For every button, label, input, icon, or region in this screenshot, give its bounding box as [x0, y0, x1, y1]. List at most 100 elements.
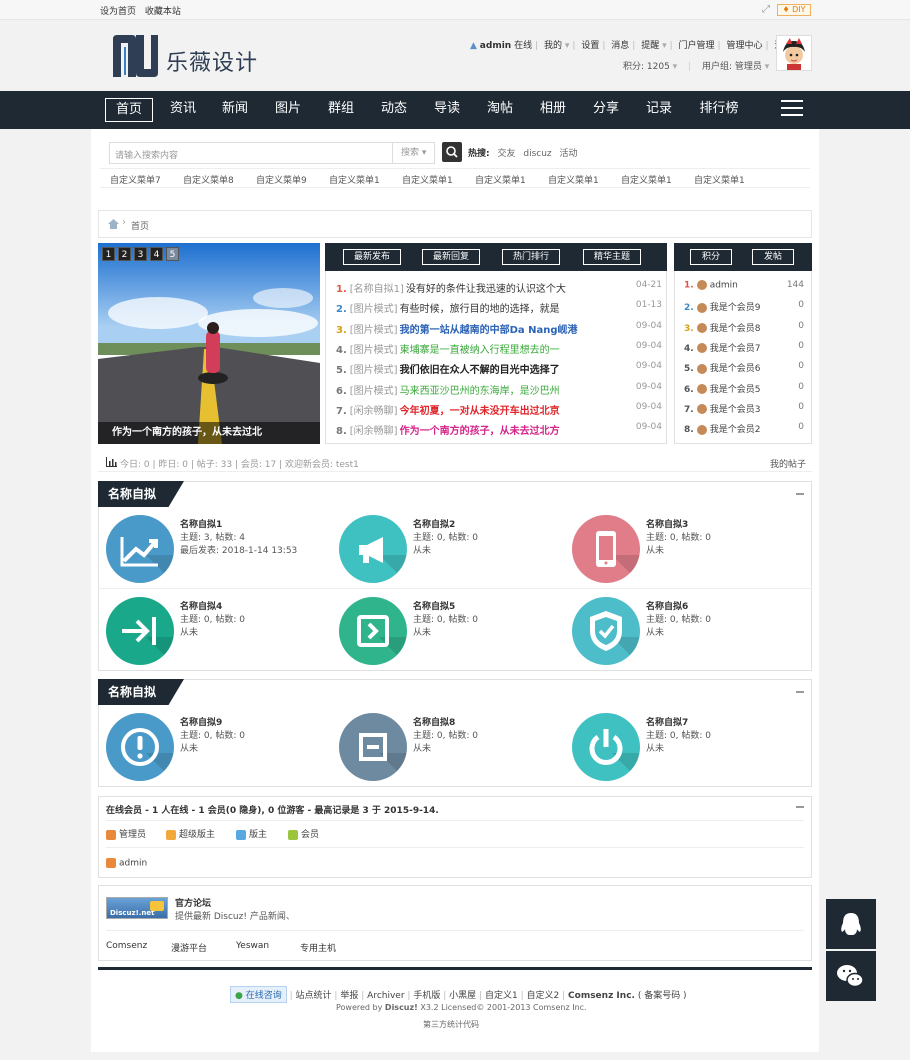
nav-album[interactable]: 相册	[533, 98, 573, 122]
custom-menu-item[interactable]: 自定义菜单1	[548, 173, 599, 186]
forum-item[interactable]: 名称自拟6 主题: 0, 帖数: 0 从未	[572, 597, 792, 667]
footer-link[interactable]: 举报	[340, 991, 358, 1001]
thread-title[interactable]: 我们依旧在众人不解的目光中选择了	[400, 365, 560, 376]
hot-search-item[interactable]: 活动	[560, 149, 578, 159]
hot-search-item[interactable]: 交友	[497, 149, 515, 159]
thread-title[interactable]: 作为一个南方的孩子，从未去过北方	[400, 426, 560, 437]
link-item[interactable]: 漫游平台	[171, 941, 207, 954]
avatar[interactable]	[776, 35, 812, 71]
forum-item[interactable]: 名称自拟7 主题: 0, 帖数: 0 从未	[572, 713, 792, 783]
tab-replies[interactable]: 最新回复	[422, 249, 480, 265]
bookmark-link[interactable]: 收藏本站	[145, 7, 181, 17]
collapse-icon[interactable]	[796, 691, 804, 693]
rank-name[interactable]: 我是个会员6	[710, 364, 761, 374]
forum-icon-circle[interactable]	[106, 597, 174, 665]
footer-link[interactable]: 自定义1	[485, 991, 518, 1001]
thread-title[interactable]: 有些时候，旅行目的地的选择，就是	[400, 304, 560, 315]
custom-menu-item[interactable]: 自定义菜单1	[694, 173, 745, 186]
thread-row[interactable]: 7. [闲余畅聊] 今年初夏，一对从未没开车出过北京 09-04	[336, 402, 662, 422]
forum-name[interactable]: 名称自拟1	[180, 517, 222, 530]
rank-name[interactable]: 我是个会员3	[710, 405, 761, 415]
search-input[interactable]: 请输入搜索内容	[115, 148, 178, 161]
nav-news[interactable]: 新闻	[215, 98, 255, 122]
breadcrumb-home[interactable]: 首页	[131, 219, 149, 232]
company-link[interactable]: Comsenz Inc.	[568, 991, 635, 1001]
forum-name[interactable]: 名称自拟7	[646, 715, 688, 728]
footer-link[interactable]: 站点统计	[296, 991, 332, 1001]
rank-name[interactable]: admin	[710, 281, 738, 291]
forum-name[interactable]: 名称自拟6	[646, 599, 688, 612]
forum-icon-circle[interactable]	[572, 713, 640, 781]
custom-menu-item[interactable]: 自定义菜单1	[621, 173, 672, 186]
messages-link[interactable]: 消息	[611, 41, 629, 51]
forum-item[interactable]: 名称自拟2 主题: 0, 帖数: 0 从未	[339, 515, 559, 585]
thread-row[interactable]: 3. [图片模式] 我的第一站从越南的中部Da Nang岘港 09-04	[336, 321, 662, 341]
thread-category[interactable]: [图片模式]	[350, 304, 398, 315]
thread-category[interactable]: [闲余畅聊]	[350, 406, 398, 417]
rank-name[interactable]: 我是个会员8	[710, 324, 761, 334]
nav-groups[interactable]: 群组	[321, 98, 361, 122]
rank-row[interactable]: 5. 我是个会员6 0	[684, 361, 804, 381]
nav-guide[interactable]: 导读	[427, 98, 467, 122]
thread-category[interactable]: [名称自拟1]	[350, 284, 404, 295]
home-icon[interactable]	[108, 219, 119, 229]
menu-icon[interactable]	[781, 100, 803, 118]
usergroup-link[interactable]: 用户组: 管理员	[702, 62, 762, 72]
forum-item[interactable]: 名称自拟8 主题: 0, 帖数: 0 从未	[339, 713, 559, 783]
forum-icon-circle[interactable]	[339, 597, 407, 665]
rank-row[interactable]: 3. 我是个会员8 0	[684, 321, 804, 341]
qq-button[interactable]	[826, 899, 876, 949]
forum-icon-circle[interactable]	[339, 515, 407, 583]
forum-item[interactable]: 名称自拟5 主题: 0, 帖数: 0 从未	[339, 597, 559, 667]
thread-title[interactable]: 柬埔寨是一直被纳入行程里想去的一	[400, 345, 560, 356]
custom-menu-item[interactable]: 自定义菜单1	[402, 173, 453, 186]
forum-item[interactable]: 名称自拟4 主题: 0, 帖数: 0 从未	[106, 597, 326, 667]
forum-item[interactable]: 名称自拟3 主题: 0, 帖数: 0 从未	[572, 515, 792, 585]
collapse-icon[interactable]	[796, 806, 804, 808]
rank-row[interactable]: 6. 我是个会员5 0	[684, 382, 804, 402]
forum-icon-circle[interactable]	[106, 515, 174, 583]
collapse-icon[interactable]	[796, 493, 804, 495]
link-item[interactable]: Comsenz	[106, 941, 147, 951]
thread-row[interactable]: 4. [图片模式] 柬埔寨是一直被纳入行程里想去的一 09-04	[336, 341, 662, 361]
username-link[interactable]: admin	[480, 41, 511, 51]
nav-ranking[interactable]: 排行榜	[694, 98, 744, 122]
thread-category[interactable]: [图片模式]	[350, 386, 398, 397]
slide-page-active[interactable]: 5	[166, 247, 179, 261]
custom-menu-item[interactable]: 自定义菜单7	[110, 173, 161, 186]
custom-menu-item[interactable]: 自定义菜单1	[329, 173, 380, 186]
hot-search-item[interactable]: discuz	[523, 149, 551, 159]
slide-page[interactable]: 2	[118, 247, 131, 261]
nav-pictures[interactable]: 图片	[268, 98, 308, 122]
logo-icon[interactable]	[110, 33, 160, 79]
portal-admin-link[interactable]: 门户管理	[679, 41, 715, 51]
rank-row[interactable]: 7. 我是个会员3 0	[684, 402, 804, 422]
thread-row[interactable]: 2. [图片模式] 有些时候，旅行目的地的选择，就是 01-13	[336, 300, 662, 320]
tab-points[interactable]: 积分	[690, 249, 732, 265]
forum-icon-circle[interactable]	[106, 713, 174, 781]
search-button[interactable]	[442, 142, 462, 162]
slideshow[interactable]	[98, 243, 320, 444]
thread-category[interactable]: [图片模式]	[350, 345, 398, 356]
forum-icon-circle[interactable]	[572, 515, 640, 583]
diy-button[interactable]: ♦ DIY	[777, 4, 811, 16]
my-posts-link[interactable]: 我的帖子	[770, 457, 806, 470]
custom-menu-item[interactable]: 自定义菜单1	[475, 173, 526, 186]
link-item[interactable]: Yeswan	[236, 941, 269, 951]
forum-name[interactable]: 名称自拟5	[413, 599, 455, 612]
fullscreen-icon[interactable]: ⤢	[762, 5, 772, 15]
footer-link[interactable]: 小黑屋	[449, 991, 476, 1001]
settings-link[interactable]: 设置	[581, 41, 599, 51]
slide-caption[interactable]: 作为一个南方的孩子，从未去过北	[98, 422, 320, 444]
thread-title[interactable]: 今年初夏，一对从未没开车出过北京	[400, 406, 560, 417]
discuz-link[interactable]: Discuz!	[385, 1003, 418, 1012]
thread-row[interactable]: 8. [闲余畅聊] 作为一个南方的孩子，从未去过北方 09-04	[336, 422, 662, 442]
forum-icon-circle[interactable]	[572, 597, 640, 665]
nav-info[interactable]: 资讯	[163, 98, 203, 122]
thread-title[interactable]: 我的第一站从越南的中部Da Nang岘港	[400, 325, 578, 336]
footer-link[interactable]: Archiver	[367, 991, 404, 1001]
forum-name[interactable]: 名称自拟2	[413, 517, 455, 530]
nav-collection[interactable]: 淘帖	[480, 98, 520, 122]
nav-feed[interactable]: 动态	[374, 98, 414, 122]
forum-icon-circle[interactable]	[339, 713, 407, 781]
